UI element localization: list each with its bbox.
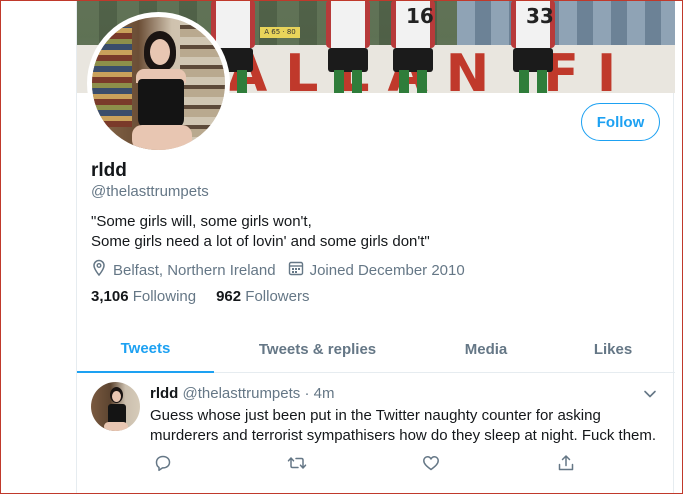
- like-icon[interactable]: [422, 454, 440, 477]
- profile-handle: @thelasttrumpets: [91, 183, 209, 200]
- display-name: rldd: [91, 160, 127, 181]
- following-link[interactable]: 3,106 Following: [91, 288, 196, 305]
- following-label: Following: [132, 288, 197, 305]
- tweet-separator: ·: [304, 385, 310, 402]
- tweet-text-line: Guess whose just been put in the Twitter…: [150, 407, 601, 424]
- followers-count: 962: [216, 288, 242, 305]
- tweet-author-handle[interactable]: @thelasttrumpets: [183, 385, 301, 402]
- banner-player: [322, 0, 374, 93]
- tab-tweets-replies[interactable]: Tweets & replies: [214, 325, 421, 373]
- tweet-text-line: murderers and terrorist sympathisers how…: [150, 427, 657, 444]
- profile-location: Belfast, Northern Ireland: [91, 259, 276, 281]
- banner-stand-seats: [457, 0, 675, 45]
- calendar-icon: [288, 260, 310, 280]
- tweet-actions: [150, 454, 650, 474]
- tweet-header: rldd @thelasttrumpets · 4m: [150, 385, 334, 402]
- bio-line: Some girls need a lot of lovin' and some…: [91, 233, 430, 250]
- tab-likes[interactable]: Likes: [551, 325, 675, 373]
- followers-label: Followers: [245, 288, 310, 305]
- location-pin-icon: [91, 259, 113, 281]
- banner-sign: A 65 · 80: [260, 27, 300, 38]
- location-text: Belfast, Northern Ireland: [113, 261, 276, 279]
- tab-media[interactable]: Media: [421, 325, 551, 373]
- following-count: 3,106: [91, 288, 129, 305]
- retweet-icon[interactable]: [287, 454, 307, 477]
- tab-tweets[interactable]: Tweets: [77, 325, 214, 373]
- profile-panel: ALLAN FI A 65 · 80 16 33: [76, 0, 675, 494]
- reply-icon[interactable]: [154, 454, 172, 477]
- profile-stats: 3,106 Following 962 Followers: [91, 288, 329, 305]
- joined-text: Joined December 2010: [309, 261, 465, 279]
- profile-joined: Joined December 2010: [288, 260, 465, 280]
- profile-avatar[interactable]: [87, 12, 230, 155]
- profile-bio: "Some girls will, some girls won't, Some…: [91, 212, 430, 252]
- tweet-author-name[interactable]: rldd: [150, 385, 178, 402]
- profile-meta: Belfast, Northern Ireland Joined Decembe…: [91, 259, 477, 281]
- bio-line: "Some girls will, some girls won't,: [91, 213, 312, 230]
- avatar-photo: [92, 17, 225, 150]
- tweet-timestamp[interactable]: 4m: [314, 385, 335, 402]
- follow-button[interactable]: Follow: [581, 103, 660, 141]
- tweet-text: Guess whose just been put in the Twitter…: [150, 406, 665, 446]
- share-icon[interactable]: [557, 454, 575, 477]
- tweet-avatar[interactable]: [91, 382, 140, 431]
- profile-tabs: Tweets Tweets & replies Media Likes: [77, 325, 675, 373]
- banner-player: 33: [507, 0, 559, 93]
- chevron-down-icon[interactable]: [643, 386, 657, 404]
- tweet-item[interactable]: rldd @thelasttrumpets · 4m Guess whose j…: [77, 374, 675, 494]
- banner-player: 16: [387, 0, 439, 93]
- followers-link[interactable]: 962 Followers: [216, 288, 309, 305]
